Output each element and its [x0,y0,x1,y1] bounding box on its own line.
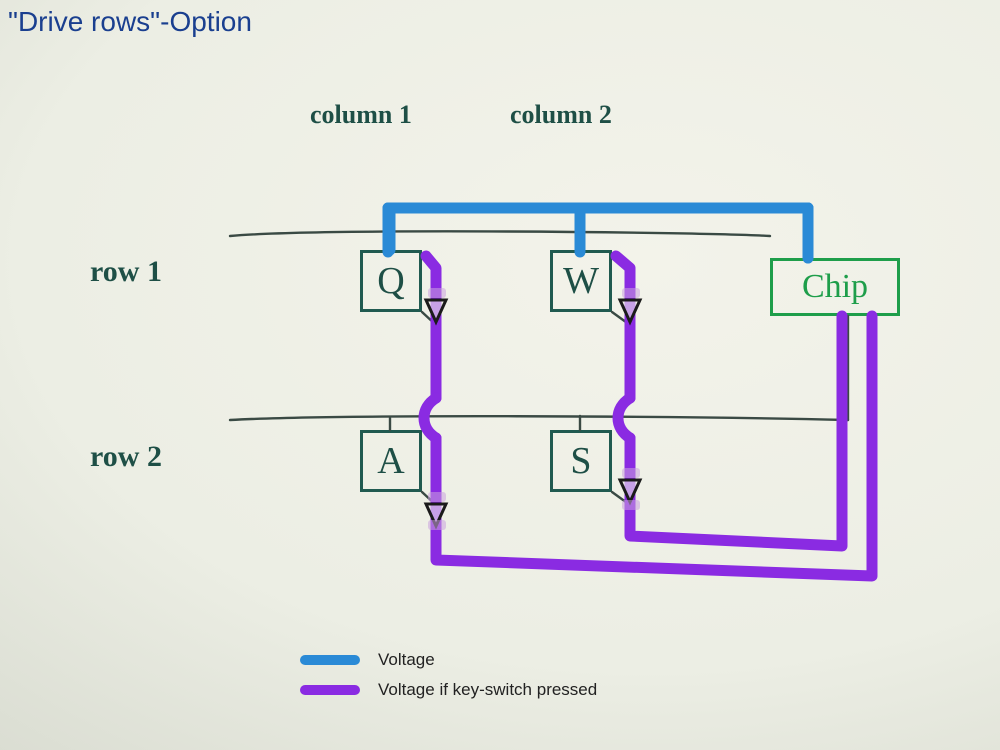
label-column-1: column 1 [310,100,412,130]
legend-voltage-label: Voltage [378,650,435,670]
key-q: Q [360,250,422,312]
key-s: S [550,430,612,492]
key-a: A [360,430,422,492]
legend-voltage: Voltage [300,650,597,670]
paper-background [0,0,1000,750]
legend: Voltage Voltage if key-switch pressed [300,650,597,710]
chip-block: Chip [770,258,900,316]
voltage-pressed-swatch [300,685,360,695]
key-w: W [550,250,612,312]
label-row-2: row 2 [90,440,162,474]
page-title: "Drive rows"-Option [8,6,252,38]
voltage-swatch [300,655,360,665]
legend-voltage-pressed-label: Voltage if key-switch pressed [378,680,597,700]
label-row-1: row 1 [90,255,162,289]
label-column-2: column 2 [510,100,612,130]
legend-voltage-pressed: Voltage if key-switch pressed [300,680,597,700]
